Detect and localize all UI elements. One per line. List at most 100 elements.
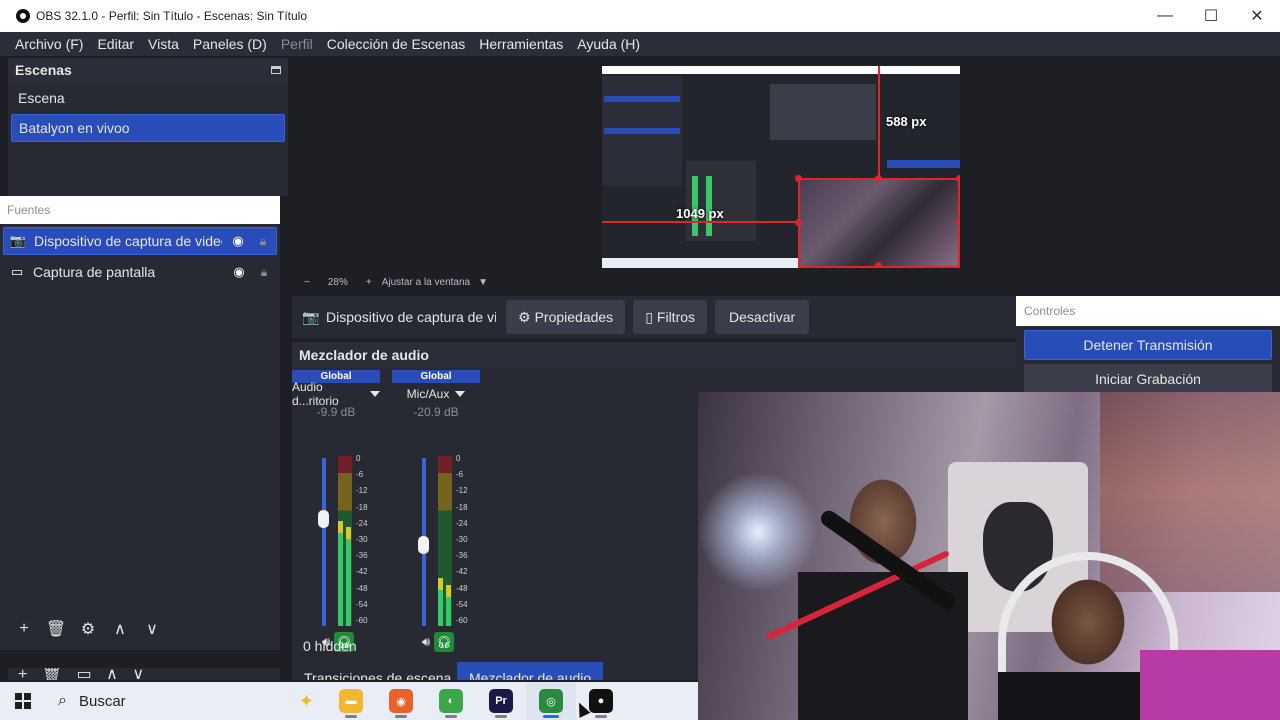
menu-vista[interactable]: Vista bbox=[141, 36, 186, 52]
lock-icon[interactable]: 🔒︎ bbox=[256, 234, 270, 249]
menu-ayuda[interactable]: Ayuda (H) bbox=[570, 36, 647, 52]
resize-handle[interactable] bbox=[875, 262, 882, 268]
channel-db-value: -20.9 dB bbox=[413, 405, 459, 419]
nested-selected-scene bbox=[604, 96, 680, 102]
sparkle-icon[interactable]: ✦ bbox=[299, 691, 314, 712]
meter-tick-label: -36 bbox=[356, 551, 368, 561]
scene-item-escena[interactable]: Escena bbox=[11, 84, 285, 112]
meter-level-right bbox=[446, 585, 451, 626]
horizontal-guide bbox=[602, 221, 798, 223]
remove-scene-button[interactable]: 🗑 bbox=[42, 668, 62, 680]
chevron-down-icon[interactable]: ▼ bbox=[478, 277, 488, 288]
selected-source-name: Dispositivo de captura de video bbox=[326, 309, 496, 325]
volume-slider-thumb[interactable] bbox=[418, 536, 429, 554]
zoom-fit-dropdown[interactable]: Ajustar a la ventana bbox=[382, 277, 470, 288]
deactivate-button[interactable]: Desactivar bbox=[715, 300, 810, 334]
preview-canvas[interactable]: 588 px 1049 px bbox=[602, 66, 960, 268]
volume-slider-thumb[interactable] bbox=[318, 510, 329, 528]
taskbar-firefox[interactable]: ◉ bbox=[376, 682, 426, 720]
move-source-up-button[interactable]: ∧ bbox=[104, 618, 136, 640]
visibility-eye-icon[interactable]: ◉ bbox=[230, 233, 246, 249]
volume-slider-track[interactable] bbox=[322, 458, 326, 626]
menu-herramientas[interactable]: Herramientas bbox=[472, 36, 570, 52]
selected-source-bounds[interactable] bbox=[798, 178, 960, 268]
move-scene-down-button[interactable]: ∨ bbox=[132, 668, 144, 680]
meter-tick-label: -12 bbox=[456, 486, 468, 496]
move-scene-up-button[interactable]: ∧ bbox=[106, 668, 118, 680]
taskbar-file-explorer[interactable]: ▬ bbox=[326, 682, 376, 720]
mixer-channel-mic: Global Mic/Aux -20.9 dB 0 -6 -12 -18 -24 -30 -… bbox=[392, 370, 480, 652]
tab-transiciones[interactable]: Transiciones de escena bbox=[292, 662, 463, 680]
meter-tick-label: -12 bbox=[356, 486, 368, 496]
webcam-desk bbox=[1140, 650, 1280, 720]
maximize-button[interactable]: ☐ bbox=[1188, 0, 1234, 32]
properties-button[interactable]: ⚙ Propiedades bbox=[506, 300, 626, 334]
webcam-overlay bbox=[698, 392, 1280, 720]
resize-handle[interactable] bbox=[795, 175, 802, 182]
search-placeholder: Buscar bbox=[78, 692, 126, 710]
undock-icon[interactable] bbox=[271, 66, 281, 74]
start-button[interactable] bbox=[0, 682, 46, 720]
filters-button[interactable]: ▯ Filtros bbox=[633, 300, 708, 334]
scene-item-batalyon[interactable]: Batalyon en vivoo bbox=[11, 114, 285, 142]
zoom-level: 28% bbox=[327, 276, 348, 288]
menu-archivo[interactable]: Archivo (F) bbox=[8, 36, 90, 52]
headphones-monitor-icon[interactable]: 🎧︎ bbox=[434, 632, 455, 652]
channel-name-dropdown[interactable]: Mic/Aux bbox=[392, 383, 480, 405]
zoom-in-button[interactable]: + bbox=[366, 277, 372, 288]
source-item-video-capture[interactable]: 📷 Dispositivo de captura de video ◉ 🔒︎ bbox=[3, 227, 277, 255]
channel-global-badge: Global bbox=[392, 370, 480, 383]
visibility-eye-icon[interactable]: ◉ bbox=[231, 264, 247, 280]
hidden-channels-count[interactable]: 0 hidden bbox=[303, 638, 357, 654]
channel-controls: 🔊︎ 🎧︎ bbox=[422, 632, 455, 652]
remove-source-button[interactable]: 🗑 bbox=[40, 618, 72, 640]
menu-coleccion-escenas[interactable]: Colección de Escenas bbox=[320, 36, 473, 52]
source-item-screen-capture[interactable]: ▭ Captura de pantalla ◉ 🔒︎ bbox=[3, 258, 277, 286]
scene-filters-button[interactable]: ▭ bbox=[77, 668, 92, 680]
meter-tick-label: -6 bbox=[456, 470, 464, 480]
minimize-button[interactable]: — bbox=[1142, 0, 1188, 32]
add-source-button[interactable]: + bbox=[8, 618, 40, 640]
meter-tick-label: -42 bbox=[356, 567, 368, 577]
gear-icon: ⚙ bbox=[518, 308, 531, 325]
stop-streaming-button[interactable]: Detener Transmisión bbox=[1024, 330, 1272, 360]
taskbar-app-green[interactable]: ◐ bbox=[426, 682, 476, 720]
mixer-header: Mezclador de audio bbox=[292, 342, 1016, 368]
windows-taskbar: ⌕ Buscar ✦ ▬ ◉ ◐ Pr ◎ ● bbox=[0, 682, 698, 720]
channel-name: Audio d...ritorio bbox=[292, 380, 339, 408]
move-source-down-button[interactable]: ∨ bbox=[136, 618, 168, 640]
lock-icon[interactable]: 🔒︎ bbox=[257, 265, 271, 280]
taskbar-chrome[interactable]: ◎ bbox=[526, 682, 576, 720]
meter-tick-label: -60 bbox=[356, 616, 368, 625]
deactivate-label: Desactivar bbox=[729, 309, 796, 325]
meter-tick-label: 0 bbox=[456, 454, 461, 463]
menu-paneles[interactable]: Paneles (D) bbox=[186, 36, 274, 52]
start-recording-button[interactable]: Iniciar Grabación bbox=[1024, 364, 1272, 394]
meter-tick-label: -18 bbox=[356, 502, 368, 512]
source-properties-button[interactable]: ⚙ bbox=[72, 618, 104, 640]
resize-handle[interactable] bbox=[956, 175, 960, 182]
scene-item-label: Escena bbox=[18, 90, 65, 106]
meter-tick-label: -18 bbox=[456, 502, 468, 512]
menu-editar[interactable]: Editar bbox=[90, 36, 141, 52]
channel-name-dropdown[interactable]: Audio d...ritorio bbox=[292, 380, 380, 408]
zoom-bar: − 28% + Ajustar a la ventana ▼ bbox=[296, 274, 716, 290]
zoom-out-button[interactable]: − bbox=[304, 277, 310, 288]
speaker-icon[interactable]: 🔊︎ bbox=[422, 634, 430, 650]
folder-icon: ▬ bbox=[339, 689, 363, 713]
meter-level-left bbox=[438, 578, 443, 626]
resize-handle[interactable] bbox=[875, 175, 882, 182]
meter-tick-label: -24 bbox=[356, 518, 368, 528]
search-icon: ⌕ bbox=[58, 692, 67, 709]
taskbar-premiere[interactable]: Pr bbox=[476, 682, 526, 720]
resize-handle[interactable] bbox=[956, 219, 960, 226]
taskbar-search[interactable]: ⌕ Buscar ✦ bbox=[46, 682, 326, 720]
add-scene-button[interactable]: + bbox=[18, 668, 27, 680]
menu-perfil[interactable]: Perfil bbox=[274, 36, 320, 52]
premiere-icon: Pr bbox=[489, 689, 513, 713]
resize-handle[interactable] bbox=[795, 219, 802, 226]
close-button[interactable]: ✕ bbox=[1234, 0, 1280, 32]
mixer-title: Mezclador de audio bbox=[299, 347, 429, 363]
tab-mezclador[interactable]: Mezclador de audio bbox=[457, 662, 604, 680]
sources-toolbar: + 🗑 ⚙ ∧ ∨ bbox=[8, 618, 168, 640]
